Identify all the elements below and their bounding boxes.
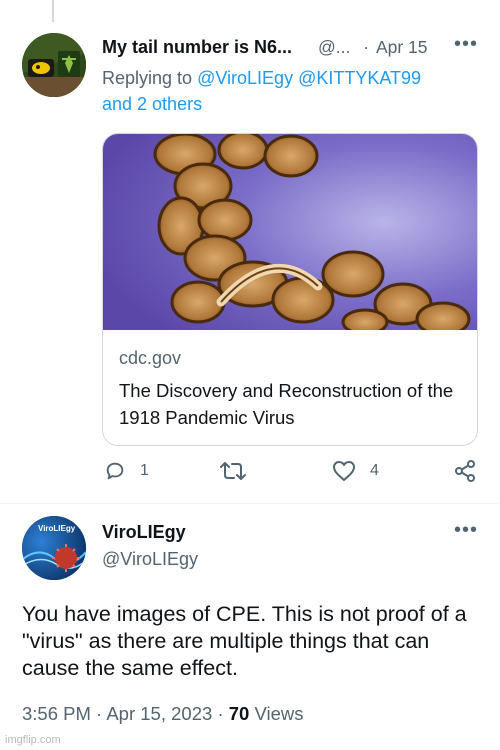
tweet-meta: 3:56 PM · Apr 15, 2023 · 70 Views: [22, 703, 303, 725]
replying-to: Replying to @ViroLIEgy @KITTYKAT99 and 2…: [102, 65, 472, 117]
more-icon[interactable]: •••: [454, 519, 478, 542]
avatar-image: [22, 33, 86, 97]
tweet-date[interactable]: Apr 15, 2023: [106, 703, 212, 724]
separator: ·: [363, 37, 370, 57]
reply-icon: [106, 462, 124, 480]
author-handle[interactable]: @ViroLIEgy: [102, 549, 198, 570]
thread-line: [52, 0, 54, 22]
replying-user-link[interactable]: @ViroLIEgy: [197, 68, 293, 88]
separator: ·: [96, 703, 103, 724]
link-card[interactable]: cdc.gov The Discovery and Reconstruction…: [102, 133, 478, 446]
card-domain: cdc.gov: [119, 348, 182, 368]
avatar[interactable]: ViroLIEgy: [22, 516, 86, 580]
more-icon[interactable]: •••: [454, 33, 478, 56]
retweet-button[interactable]: [220, 460, 260, 482]
replying-prefix: Replying to: [102, 68, 193, 88]
virus-image: [103, 134, 477, 330]
like-count: 4: [370, 462, 379, 479]
avatar[interactable]: [22, 33, 86, 97]
tweet-actions: 1 4: [102, 460, 478, 488]
retweet-icon: [220, 462, 246, 480]
tweet-text: You have images of CPE. This is not proo…: [22, 602, 467, 680]
reply-author-handle[interactable]: @...: [318, 37, 350, 57]
views-count[interactable]: 70: [229, 703, 250, 724]
card-title: The Discovery and Reconstruction of the …: [119, 380, 454, 428]
avatar-image: ViroLIEgy: [22, 516, 86, 580]
reply-date[interactable]: Apr 15: [376, 37, 428, 57]
share-button[interactable]: [454, 460, 476, 482]
reply-count: 1: [140, 462, 149, 479]
author-name[interactable]: ViroLIEgy: [102, 522, 186, 543]
avatar-text: ViroLIEgy: [38, 524, 76, 533]
like-icon: [333, 461, 355, 481]
replying-user-link[interactable]: @KITTYKAT99: [298, 68, 421, 88]
reply-button[interactable]: 1: [104, 460, 149, 482]
replying-others-link[interactable]: and 2 others: [102, 94, 202, 114]
watermark: imgflip.com: [5, 734, 61, 746]
share-icon: [455, 460, 475, 482]
tweet-time[interactable]: 3:56 PM: [22, 703, 91, 724]
views-label[interactable]: Views: [254, 703, 303, 724]
like-button[interactable]: 4: [332, 460, 379, 482]
separator: ·: [217, 703, 224, 724]
divider: [0, 503, 500, 504]
reply-author-name[interactable]: My tail number is N6...: [102, 37, 292, 58]
